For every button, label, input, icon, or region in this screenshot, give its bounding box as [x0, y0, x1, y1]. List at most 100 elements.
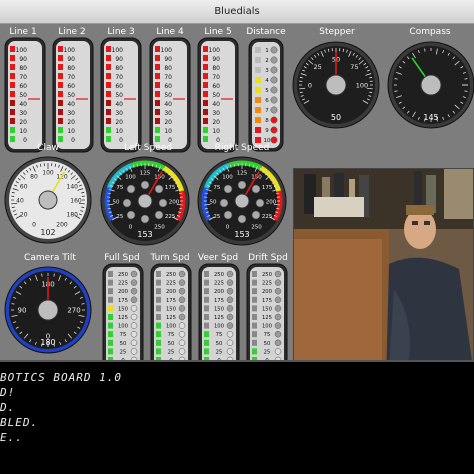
dial-label: 125 — [237, 171, 248, 177]
scale-label: 80 — [67, 65, 75, 72]
sensor-segment — [10, 82, 15, 88]
scale-label: 3 — [265, 68, 269, 74]
dials-panel: Line 1 Line 2 Line 3 Line 4 Line 5 Dista… — [0, 24, 474, 381]
dial-led — [237, 214, 247, 224]
console-line: D! — [0, 386, 16, 399]
dial-tick — [41, 273, 43, 277]
window-titlebar[interactable]: Bluedials — [0, 0, 474, 24]
scale-label: 8 — [265, 118, 269, 124]
line-sensor-gauge: 1009080706050403020100 — [197, 37, 239, 153]
sensor-segment — [106, 118, 111, 124]
scale-label: 150 — [214, 306, 225, 312]
scale-label: 90 — [115, 56, 123, 63]
sensor-segment — [106, 136, 111, 142]
scale-label: 100 — [161, 47, 173, 54]
scale-label: 200 — [262, 289, 273, 295]
dial-tick — [53, 273, 55, 277]
speed-led — [178, 322, 186, 329]
dial-label: 125 — [140, 171, 151, 177]
distance-segment — [255, 87, 261, 93]
speed-led — [226, 270, 234, 278]
dial-led — [223, 210, 233, 220]
speed-segment — [108, 331, 113, 338]
dial-label: 75 — [213, 185, 220, 191]
dial-label: 0 — [226, 225, 230, 231]
distance-led — [270, 116, 278, 124]
line-1-title: Line 1 — [9, 27, 37, 37]
speed-led — [274, 322, 282, 329]
speed-led — [274, 339, 282, 347]
speed-led — [178, 348, 186, 355]
scale-label: 80 — [115, 65, 123, 72]
sensor-segment — [203, 127, 208, 133]
line-5-title: Line 5 — [204, 27, 232, 37]
scale-label: 150 — [262, 306, 273, 312]
scale-label: 50 — [216, 341, 223, 347]
sensor-segment — [203, 91, 208, 97]
scale-label: 100 — [214, 324, 225, 330]
scale-label: 125 — [166, 315, 176, 321]
speed-segment — [252, 322, 257, 329]
distance-segment — [255, 107, 261, 113]
speed-segment — [156, 314, 161, 320]
scale-label: 250 — [262, 272, 273, 278]
scale-label: 175 — [214, 298, 224, 304]
console-line: D. — [0, 401, 16, 414]
dial-hub — [37, 299, 59, 321]
scale-label: 100 — [262, 324, 273, 330]
sensor-segment — [58, 55, 63, 61]
dial-label: 50 — [210, 200, 217, 206]
scale-label: 1 — [265, 48, 269, 54]
speed-led — [274, 279, 282, 286]
speed-segment — [204, 279, 209, 286]
dial-tick — [11, 303, 15, 305]
scale-label: 50 — [212, 92, 220, 99]
sensor-segment — [106, 64, 111, 70]
scale-label: 175 — [262, 298, 272, 304]
sensor-segment — [10, 64, 15, 70]
distance-led — [270, 96, 278, 104]
scale-label: 175 — [166, 298, 176, 304]
distance-segment — [255, 97, 261, 103]
speed-segment — [252, 305, 257, 312]
dial-readout: 180 — [40, 338, 55, 347]
speed-segment — [252, 339, 257, 346]
compass-dial: 145 — [387, 41, 474, 129]
line-4-title: Line 4 — [156, 27, 184, 37]
scale-label: 200 — [118, 289, 129, 295]
speed-led — [178, 287, 186, 295]
sensor-segment — [203, 109, 208, 115]
sensor-segment — [203, 46, 208, 52]
sensor-segment — [155, 91, 160, 97]
scale-label: 75 — [264, 332, 271, 338]
dial-label: 180 — [67, 212, 79, 219]
scale-label: 60 — [164, 83, 172, 90]
distance-led — [270, 66, 278, 74]
scale-label: 50 — [264, 341, 271, 347]
speed-led — [226, 279, 234, 286]
distance-led — [270, 106, 278, 114]
speed-led — [226, 322, 234, 329]
scale-label: 70 — [164, 74, 172, 81]
veer-spd-title: Veer Spd — [197, 253, 239, 263]
speed-led — [274, 330, 282, 338]
speed-led — [130, 287, 138, 295]
camera-tilt-dial: 180902700180 — [4, 266, 92, 354]
scale-label: 4 — [265, 78, 269, 84]
dial-label: 25 — [313, 63, 321, 71]
scale-label: 100 — [209, 47, 221, 54]
speed-segment — [108, 271, 113, 277]
line-2-title: Line 2 — [58, 27, 86, 37]
speed-led — [130, 296, 138, 304]
speed-led — [274, 348, 282, 355]
dial-label: 75 — [116, 185, 123, 191]
distance-segment — [255, 117, 261, 123]
speed-segment — [204, 271, 209, 277]
dial-readout: 50 — [331, 113, 341, 122]
scale-label: 225 — [118, 281, 128, 287]
dial-label: 0 — [129, 225, 133, 231]
full-spd-title: Full Spd — [104, 253, 140, 263]
dial-led — [251, 210, 261, 220]
scale-label: 100 — [112, 47, 124, 54]
sensor-segment — [10, 73, 15, 79]
